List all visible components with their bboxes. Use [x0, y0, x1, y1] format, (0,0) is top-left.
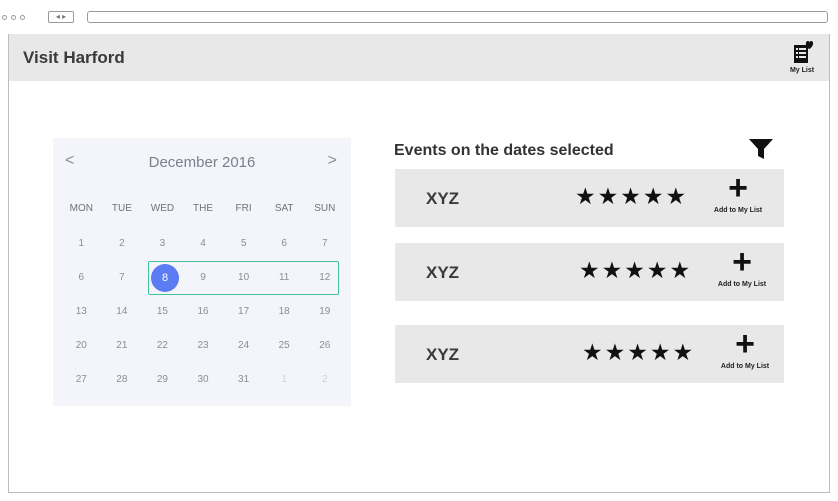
- star-rating: ★★★★★: [579, 257, 693, 283]
- calendar-day[interactable]: 29: [142, 369, 183, 391]
- calendar-day-next-month[interactable]: 1: [264, 369, 305, 391]
- add-to-list-label: Add to My List: [713, 207, 763, 214]
- filter-button[interactable]: [748, 137, 774, 161]
- week-row: 20 21 22 23 24 25 26: [61, 335, 345, 357]
- calendar-day[interactable]: 19: [304, 301, 345, 323]
- calendar-day[interactable]: 16: [183, 301, 224, 323]
- calendar-day[interactable]: 7: [102, 267, 143, 289]
- week-row: 1 2 3 4 5 6 7: [61, 233, 345, 255]
- calendar-day[interactable]: 14: [102, 301, 143, 323]
- my-list-label: My List: [789, 67, 815, 74]
- calendar-day[interactable]: 2: [102, 233, 143, 255]
- calendar-day[interactable]: 1: [61, 233, 102, 255]
- event-name: XYZ: [426, 189, 460, 208]
- weekday-label: WED: [150, 203, 175, 214]
- next-month-button[interactable]: >: [328, 152, 337, 170]
- weekday-label: MON: [69, 203, 93, 214]
- calendar-day[interactable]: 27: [61, 369, 102, 391]
- add-to-list-button[interactable]: + Add to My List: [710, 325, 780, 375]
- calendar-day[interactable]: 4: [183, 233, 224, 255]
- calendar-day[interactable]: 30: [183, 369, 224, 391]
- calendar-month: December 2016: [148, 154, 256, 171]
- address-bar[interactable]: [87, 11, 828, 23]
- calendar-day[interactable]: 31: [223, 369, 264, 391]
- star-rating: ★★★★★: [582, 339, 696, 365]
- calendar-day[interactable]: 20: [61, 335, 102, 357]
- calendar-day[interactable]: 3: [142, 233, 183, 255]
- funnel-icon: [749, 139, 773, 159]
- event-card[interactable]: XYZ ★★★★★ + Add to My List: [395, 169, 784, 227]
- add-to-list-label: Add to My List: [717, 281, 767, 288]
- calendar-day-next-month[interactable]: 2: [304, 369, 345, 391]
- site-header: Visit Harford My List: [9, 34, 829, 81]
- calendar-day[interactable]: 23: [183, 335, 224, 357]
- event-card[interactable]: XYZ ★★★★★ + Add to My List: [395, 243, 784, 301]
- star-rating: ★★★★★: [575, 183, 689, 209]
- back-forward-buttons[interactable]: ◂ ▸: [48, 11, 74, 23]
- page-frame: Visit Harford My List December 2016 < > …: [8, 34, 830, 493]
- calendar-day[interactable]: 15: [142, 301, 183, 323]
- weekday-label: TUE: [111, 203, 132, 214]
- event-name: XYZ: [426, 263, 460, 282]
- list-heart-icon: [794, 41, 814, 63]
- calendar-day[interactable]: 6: [264, 233, 305, 255]
- add-to-list-button[interactable]: + Add to My List: [707, 243, 777, 293]
- calendar-day[interactable]: 18: [264, 301, 305, 323]
- calendar-day[interactable]: 28: [102, 369, 143, 391]
- weekday-label: THE: [193, 203, 214, 214]
- plus-icon: +: [728, 169, 748, 207]
- date-picker: December 2016 < > MON TUE WED THE FRI SA…: [53, 138, 351, 406]
- calendar-day[interactable]: 24: [223, 335, 264, 357]
- plus-icon: +: [735, 325, 755, 363]
- window-zoom-dot[interactable]: [20, 15, 25, 20]
- selected-day[interactable]: 8: [151, 264, 179, 292]
- weekday-label: SUN: [314, 203, 336, 214]
- window-minimize-dot[interactable]: [11, 15, 16, 20]
- calendar-day[interactable]: 21: [102, 335, 143, 357]
- week-row: 27 28 29 30 31 1 2: [61, 369, 345, 391]
- events-heading: Events on the dates selected: [394, 142, 614, 159]
- weekday-label: SAT: [274, 203, 294, 214]
- weekday-row: MON TUE WED THE FRI SAT SUN: [61, 198, 345, 220]
- browser-window: ◂ ▸ Visit Harford My List December 2016 …: [0, 0, 838, 501]
- my-list-button[interactable]: My List: [785, 40, 819, 76]
- calendar-day[interactable]: 25: [264, 335, 305, 357]
- event-card[interactable]: XYZ ★★★★★ + Add to My List: [395, 325, 784, 383]
- calendar-header: December 2016 < >: [53, 152, 351, 176]
- week-row: 13 14 15 16 17 18 19: [61, 301, 345, 323]
- plus-icon: +: [732, 243, 752, 281]
- calendar-day[interactable]: 7: [304, 233, 345, 255]
- calendar-day[interactable]: 5: [223, 233, 264, 255]
- calendar-day[interactable]: 26: [304, 335, 345, 357]
- weekday-label: FRI: [235, 203, 252, 214]
- add-to-list-label: Add to My List: [720, 363, 770, 370]
- calendar-day[interactable]: 6: [61, 267, 102, 289]
- event-name: XYZ: [426, 345, 460, 364]
- prev-month-button[interactable]: <: [65, 152, 74, 170]
- add-to-list-button[interactable]: + Add to My List: [703, 169, 773, 219]
- page-title: Visit Harford: [23, 48, 125, 67]
- window-close-dot[interactable]: [2, 15, 7, 20]
- calendar-day[interactable]: 13: [61, 301, 102, 323]
- calendar-day[interactable]: 17: [223, 301, 264, 323]
- browser-chrome: ◂ ▸: [0, 0, 838, 34]
- calendar-day[interactable]: 22: [142, 335, 183, 357]
